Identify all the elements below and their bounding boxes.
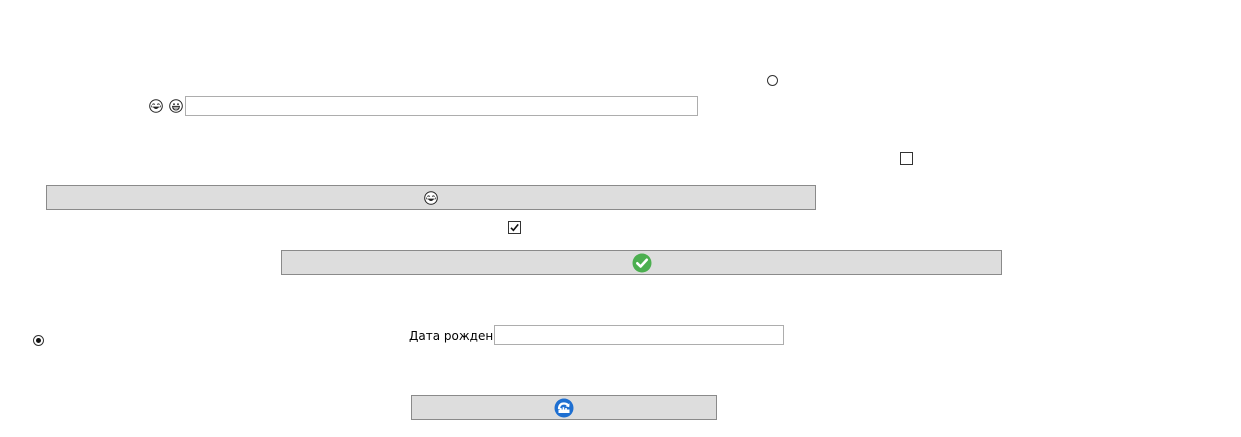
birth-date-input[interactable] xyxy=(494,325,784,345)
blue-refresh-icon xyxy=(554,398,574,418)
radio-option-top[interactable] xyxy=(767,75,778,86)
radio-selected-dot xyxy=(36,338,41,343)
grinning-face-icon xyxy=(169,99,183,113)
checkbox-checked[interactable] xyxy=(508,221,521,234)
green-check-circle-icon xyxy=(632,253,652,273)
emoji-button[interactable] xyxy=(46,185,816,210)
checkmark-icon xyxy=(510,223,519,232)
laughing-face-icon xyxy=(424,190,438,205)
refresh-button[interactable] xyxy=(411,395,717,420)
top-text-input[interactable] xyxy=(185,96,698,116)
radio-option-bottom[interactable] xyxy=(33,335,44,346)
checkbox-top[interactable] xyxy=(900,152,913,165)
laughing-face-icon xyxy=(149,99,163,113)
confirm-button[interactable] xyxy=(281,250,1002,275)
